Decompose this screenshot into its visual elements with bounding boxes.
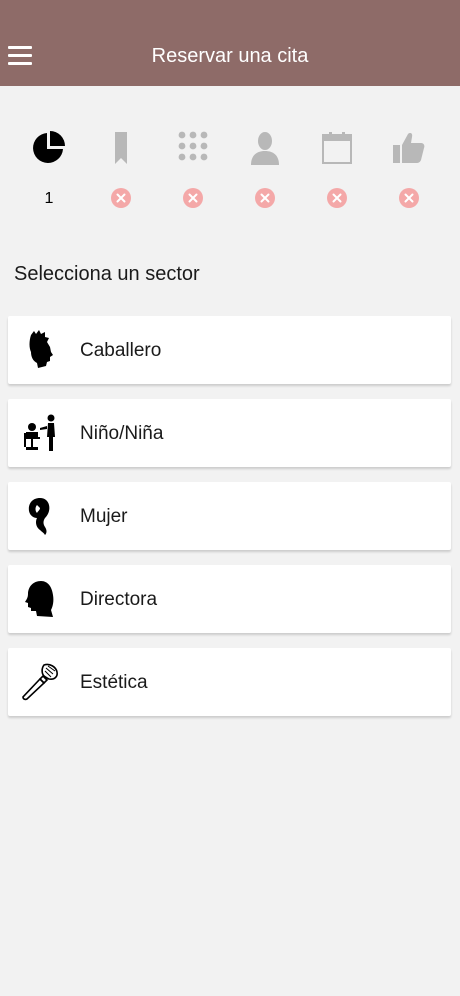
person-icon: [251, 132, 279, 165]
page-title: Reservar una cita: [151, 45, 309, 67]
sector-item-estetica[interactable]: Estética: [8, 648, 451, 716]
step-number: 1: [44, 190, 54, 207]
sector-item-nino-nina[interactable]: Niño/Niña: [8, 399, 451, 467]
step-service[interactable]: [91, 126, 151, 216]
sector-item-directora[interactable]: Directora: [8, 565, 451, 633]
sector-item-caballero[interactable]: Caballero: [8, 316, 451, 384]
step-category[interactable]: [163, 126, 223, 216]
man-head-icon: [29, 330, 53, 368]
calendar-icon: [322, 132, 352, 164]
sector-list: Caballero Niño/Niña Mujer Directora Esté…: [8, 316, 451, 731]
sector-item-mujer[interactable]: Mujer: [8, 482, 451, 550]
woman-head-icon: [28, 498, 50, 535]
pie-chart-icon: [33, 131, 65, 163]
booking-steps: 1: [0, 126, 460, 216]
incomplete-x-icon: [327, 188, 347, 208]
bookmark-icon: [115, 132, 127, 164]
barber-child-icon: [24, 414, 55, 451]
app-header: Reservar una cita: [0, 0, 460, 86]
sector-label: Caballero: [80, 340, 162, 361]
step-confirm[interactable]: [379, 126, 439, 216]
sector-label: Estética: [80, 672, 148, 693]
step-sector[interactable]: 1: [19, 126, 79, 216]
incomplete-x-icon: [111, 188, 131, 208]
sector-label: Mujer: [80, 506, 128, 527]
makeup-brush-icon: [22, 663, 58, 701]
incomplete-x-icon: [255, 188, 275, 208]
step-professional[interactable]: [235, 126, 295, 216]
section-heading: Selecciona un sector: [14, 263, 200, 285]
incomplete-x-icon: [399, 188, 419, 208]
sector-label: Directora: [80, 589, 158, 610]
thumbs-up-icon: [393, 133, 425, 163]
step-date[interactable]: [307, 126, 367, 216]
incomplete-x-icon: [183, 188, 203, 208]
sector-label: Niño/Niña: [80, 423, 164, 444]
grid-dots-icon: [178, 131, 208, 161]
head-silhouette-icon: [25, 581, 54, 617]
